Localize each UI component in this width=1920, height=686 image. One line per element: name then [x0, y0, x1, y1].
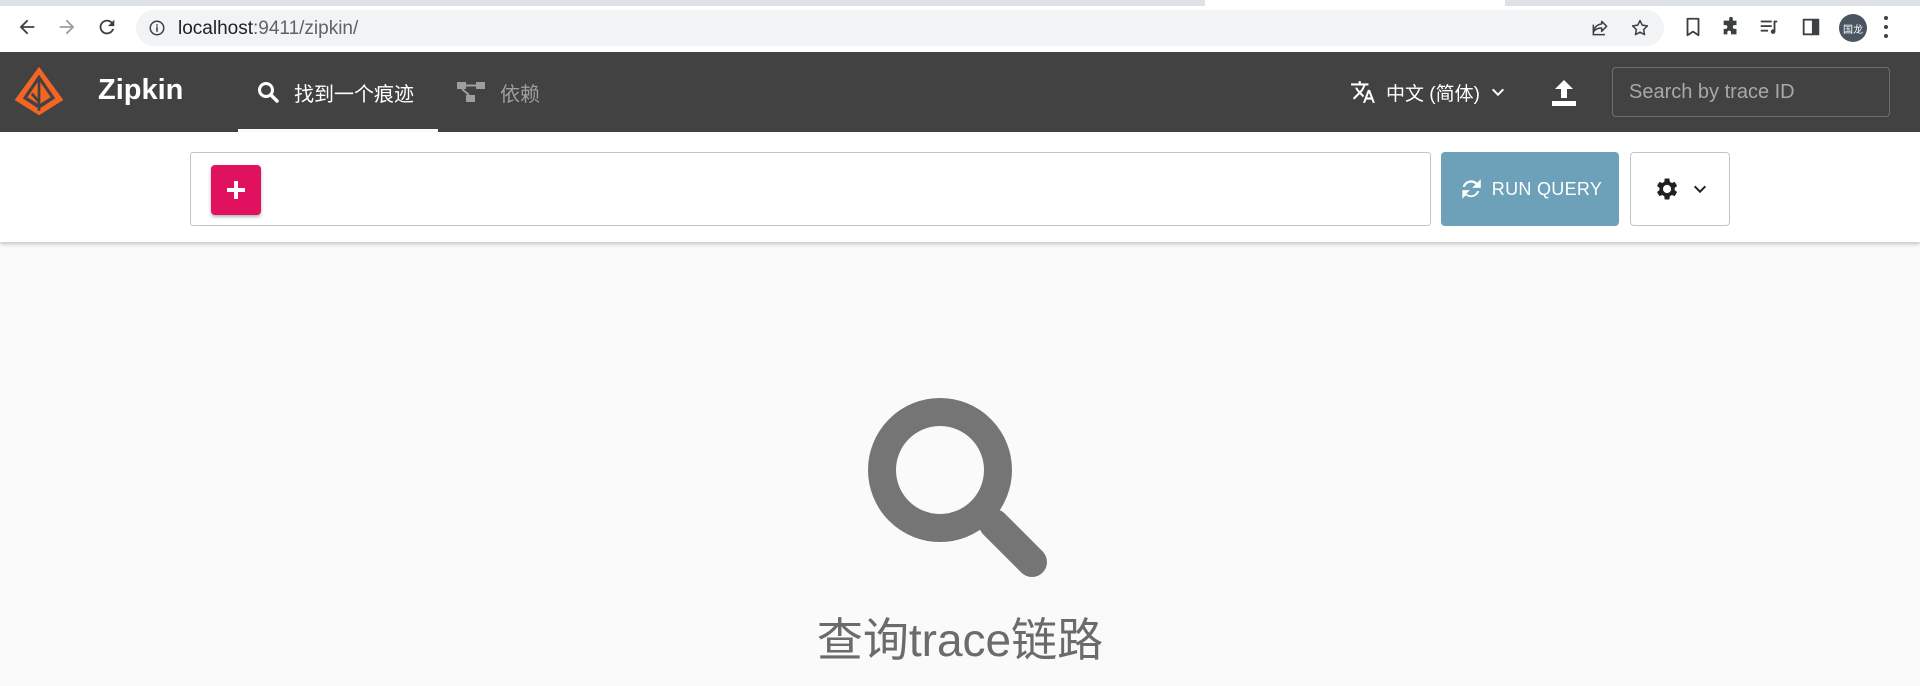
- upload-icon[interactable]: [1550, 78, 1578, 108]
- forward-button[interactable]: [52, 12, 82, 42]
- gear-icon: [1657, 178, 1678, 200]
- bookmark-icon[interactable]: [1682, 16, 1704, 38]
- url-path: :9411/zipkin/: [253, 18, 359, 39]
- empty-state-message: 查询trace链路: [816, 614, 1104, 666]
- chevron-down-icon: [1693, 185, 1707, 194]
- zipkin-logo-icon[interactable]: [12, 64, 66, 118]
- search-criteria-box[interactable]: [190, 152, 1431, 226]
- app-header: Zipkin 找到一个痕迹 依赖 中文 (简体): [0, 52, 1920, 132]
- arrow-right-icon: [59, 19, 75, 35]
- language-selector[interactable]: 中文 (简体): [1350, 52, 1506, 132]
- extensions-icon[interactable]: [1720, 16, 1742, 38]
- browser-toolbar: localhost:9411/zipkin/ 国龙: [0, 0, 1920, 52]
- brand-title[interactable]: Zipkin: [98, 74, 183, 107]
- translate-icon: [1351, 81, 1375, 103]
- star-icon[interactable]: [1630, 18, 1650, 38]
- active-tab-edge[interactable]: [1205, 0, 1505, 6]
- magnifier-icon: [868, 398, 1047, 577]
- plus-icon: [227, 181, 245, 199]
- reload-button[interactable]: [92, 12, 122, 42]
- back-button[interactable]: [12, 12, 42, 42]
- side-panel-icon[interactable]: [1800, 16, 1822, 38]
- add-criteria-button[interactable]: [211, 165, 261, 215]
- address-bar[interactable]: localhost:9411/zipkin/: [136, 10, 1664, 46]
- trace-id-search-input[interactable]: [1612, 67, 1890, 117]
- tab-dependencies-label: 依赖: [500, 83, 540, 106]
- search-icon: [258, 82, 279, 103]
- run-query-button[interactable]: RUN QUERY: [1441, 152, 1619, 226]
- tab-strip: [0, 0, 1920, 6]
- dependency-graph-icon: [457, 82, 485, 102]
- reading-list-icon[interactable]: [1758, 16, 1780, 38]
- share-icon[interactable]: [1590, 18, 1610, 38]
- query-bar: RUN QUERY: [0, 132, 1920, 242]
- arrow-left-icon: [19, 19, 35, 35]
- chevron-down-icon: [1491, 88, 1504, 97]
- tab-find-trace[interactable]: 找到一个痕迹: [238, 52, 438, 132]
- tab-dependencies[interactable]: 依赖: [456, 52, 540, 132]
- profile-avatar[interactable]: 国龙: [1839, 14, 1867, 42]
- browser-menu-button[interactable]: [1882, 16, 1890, 38]
- sync-icon: [1462, 179, 1481, 199]
- url-text[interactable]: localhost:9411/zipkin/: [178, 18, 358, 40]
- settings-dropdown-button[interactable]: [1630, 152, 1730, 226]
- reload-icon: [99, 19, 115, 35]
- site-info-icon[interactable]: [148, 19, 166, 37]
- url-host: localhost: [178, 18, 253, 39]
- run-query-label: RUN QUERY: [1491, 178, 1603, 199]
- language-label: 中文 (简体): [1386, 83, 1480, 105]
- tab-find-trace-label: 找到一个痕迹: [294, 83, 414, 106]
